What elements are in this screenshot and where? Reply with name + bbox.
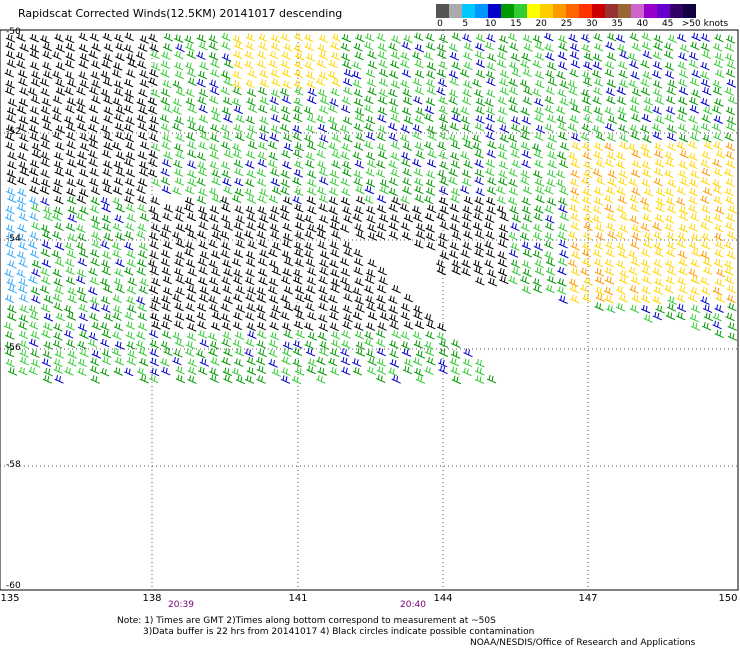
lat-label-50: -50 bbox=[6, 27, 21, 37]
colorbar-cell bbox=[657, 4, 670, 18]
colorbar-cell bbox=[501, 4, 514, 18]
colorbar-cell bbox=[670, 4, 683, 18]
lat-label-60: -60 bbox=[6, 581, 21, 591]
colorbar-cell bbox=[566, 4, 579, 18]
colorbar-label: 0 bbox=[437, 19, 443, 29]
colorbar-cell bbox=[618, 4, 631, 18]
colorbar-cell bbox=[436, 4, 449, 18]
colorbar-label: 45 bbox=[661, 19, 674, 29]
lon-label-150: 150 bbox=[718, 593, 738, 604]
colorbar-cell bbox=[514, 4, 527, 18]
lon-label-144: 144 bbox=[433, 593, 453, 604]
lon-label-141: 141 bbox=[288, 593, 308, 604]
colorbar-cell bbox=[449, 4, 462, 18]
colorbar-cell bbox=[592, 4, 605, 18]
colorbar-label: >50 knots bbox=[681, 19, 729, 29]
page-title: Rapidscat Corrected Winds(12.5KM) 201410… bbox=[18, 7, 343, 20]
time-label-2039: 20:39 bbox=[168, 600, 194, 610]
colorbar-cell bbox=[462, 4, 475, 18]
colorbar-label: 35 bbox=[611, 19, 623, 29]
lat-label-58: -58 bbox=[6, 460, 21, 470]
lon-label-138: 138 bbox=[142, 593, 162, 604]
colorbar-label: 20 bbox=[535, 19, 547, 29]
wind-map bbox=[0, 29, 739, 591]
colorbar-label: 5 bbox=[462, 19, 469, 29]
colorbar-cell bbox=[475, 4, 488, 18]
time-label-2040: 20:40 bbox=[400, 600, 426, 610]
colorbar-cell bbox=[683, 4, 696, 18]
lat-label-54: -54 bbox=[6, 234, 21, 244]
colorbar-cell bbox=[579, 4, 592, 18]
colorbar-cell bbox=[631, 4, 644, 18]
colorbar-cell bbox=[644, 4, 657, 18]
lon-label-147: 147 bbox=[578, 593, 598, 604]
lat-label-52: -52 bbox=[6, 127, 21, 137]
wind-speed-colorbar bbox=[436, 4, 696, 18]
colorbar-cell bbox=[605, 4, 618, 18]
colorbar-cell bbox=[540, 4, 553, 18]
colorbar-label: 25 bbox=[560, 19, 573, 29]
colorbar-label: 40 bbox=[636, 19, 649, 29]
note-line-1: Note: 1) Times are GMT 2)Times along bot… bbox=[117, 616, 496, 626]
colorbar-label: 15 bbox=[510, 19, 522, 29]
colorbar-cell bbox=[553, 4, 566, 18]
note-line-3: NOAA/NESDIS/Office of Research and Appli… bbox=[470, 638, 696, 648]
colorbar-cell bbox=[527, 4, 540, 18]
colorbar-cell bbox=[488, 4, 501, 18]
lat-label-56: -56 bbox=[6, 343, 21, 353]
colorbar-label: 10 bbox=[484, 19, 497, 29]
colorbar-label: 30 bbox=[586, 19, 598, 29]
lon-label-135: 135 bbox=[0, 593, 20, 604]
note-line-2: 3)Data buffer is 22 hrs from 20141017 4)… bbox=[143, 627, 535, 637]
